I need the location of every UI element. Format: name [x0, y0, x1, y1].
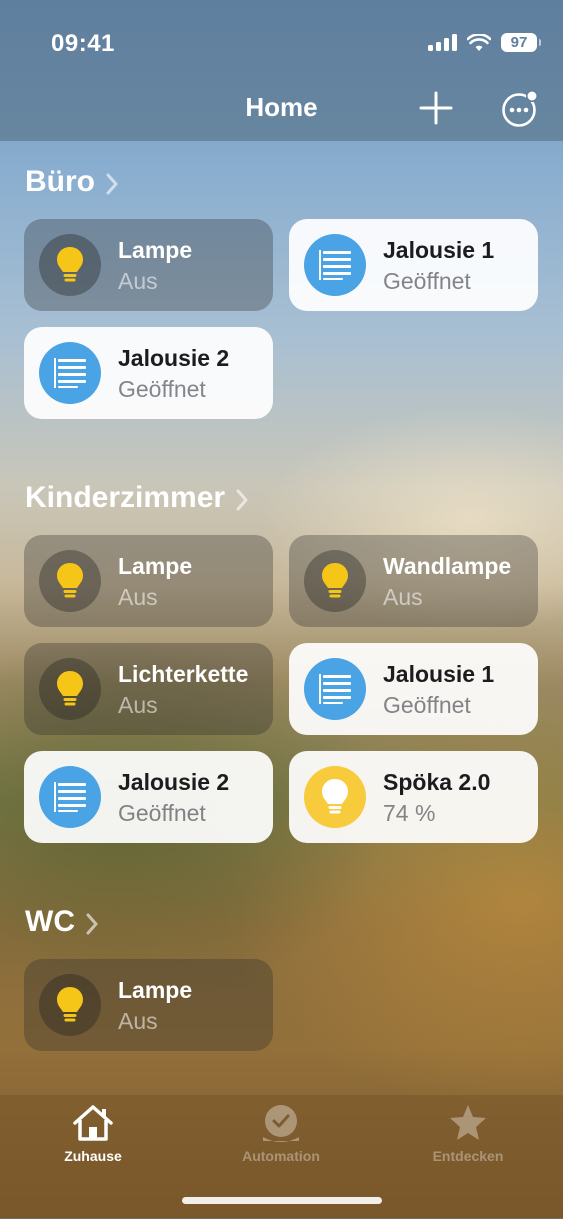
chevron-right-icon — [236, 489, 248, 510]
section-title: Kinderzimmer — [25, 481, 226, 514]
star-icon — [450, 1105, 486, 1140]
wifi-icon — [467, 33, 491, 51]
accessory-state: Aus — [118, 692, 158, 718]
accessory-name: Jalousie 2 — [118, 769, 230, 795]
accessory-name: Jalousie 1 — [383, 661, 495, 687]
accessory-name: Spöka 2.0 — [383, 769, 491, 795]
blinds-icon — [304, 234, 366, 296]
accessory-name: Lampe — [118, 237, 193, 263]
home-indicator[interactable] — [182, 1197, 382, 1204]
accessory-tile-wc-lampe[interactable]: Lampe Aus — [24, 959, 273, 1051]
accessory-name: Jalousie 1 — [383, 237, 495, 263]
accessory-state: Geöffnet — [383, 692, 471, 718]
accessory-tile-kinderzimmer-spoeka[interactable]: Spöka 2.0 74 % — [289, 751, 538, 843]
accessory-tile-kinderzimmer-wandlampe[interactable]: Wandlampe Aus — [289, 535, 538, 627]
tab-label: Zuhause — [64, 1148, 122, 1164]
status-icons: 97 — [428, 33, 541, 52]
plus-icon[interactable] — [418, 90, 454, 126]
lightbulb-icon — [39, 974, 101, 1036]
accessory-state: Aus — [118, 584, 158, 610]
page-title: Home — [245, 92, 318, 122]
house-icon — [73, 1105, 113, 1141]
tab-zuhause[interactable]: Zuhause — [23, 1103, 163, 1164]
accessory-state: Geöffnet — [383, 268, 471, 294]
section-title: WC — [25, 905, 75, 938]
lightbulb-icon — [304, 766, 366, 828]
blinds-icon — [39, 766, 101, 828]
blinds-icon — [39, 342, 101, 404]
accessory-tile-kinderzimmer-lampe[interactable]: Lampe Aus — [24, 535, 273, 627]
accessory-tile-kinderzimmer-jalousie-2[interactable]: Jalousie 2 Geöffnet — [24, 751, 273, 843]
accessory-tile-buero-jalousie-2[interactable]: Jalousie 2 Geöffnet — [24, 327, 273, 419]
accessory-state: 74 % — [383, 800, 436, 826]
section-title: Büro — [25, 165, 95, 198]
tab-automation[interactable]: Automation — [211, 1103, 351, 1164]
accessory-name: Lampe — [118, 553, 193, 579]
accessory-name: Jalousie 2 — [118, 345, 230, 371]
lightbulb-icon — [304, 550, 366, 612]
lightbulb-icon — [39, 234, 101, 296]
accessory-state: Geöffnet — [118, 376, 206, 402]
chevron-right-icon — [106, 173, 118, 194]
accessory-name: Lampe — [118, 977, 193, 1003]
cellular-signal-icon — [428, 34, 457, 51]
lightbulb-icon — [39, 658, 101, 720]
tab-entdecken[interactable]: Entdecken — [398, 1103, 538, 1164]
ellipsis-circle-icon[interactable] — [501, 90, 539, 128]
status-time: 09:41 — [51, 30, 115, 57]
accessory-state: Aus — [383, 584, 423, 610]
accessory-tile-buero-jalousie-1[interactable]: Jalousie 1 Geöffnet — [289, 219, 538, 311]
accessory-name: Lichterkette — [118, 661, 249, 687]
accessory-state: Aus — [118, 1008, 158, 1034]
tab-label: Automation — [242, 1148, 320, 1164]
tab-label: Entdecken — [432, 1148, 504, 1164]
accessory-tile-buero-lampe[interactable]: Lampe Aus — [24, 219, 273, 311]
section-header-wc[interactable]: WC — [25, 905, 99, 939]
accessory-state: Geöffnet — [118, 800, 206, 826]
blinds-icon — [304, 658, 366, 720]
section-header-kinderzimmer[interactable]: Kinderzimmer — [25, 481, 249, 515]
accessory-tile-kinderzimmer-lichterkette[interactable]: Lichterkette Aus — [24, 643, 273, 735]
chevron-right-icon — [86, 913, 98, 934]
accessory-name: Wandlampe — [383, 553, 512, 579]
clock-house-icon — [263, 1105, 299, 1142]
section-header-buero[interactable]: Büro — [25, 165, 119, 199]
lightbulb-icon — [39, 550, 101, 612]
accessory-tile-kinderzimmer-jalousie-1[interactable]: Jalousie 1 Geöffnet — [289, 643, 538, 735]
battery-indicator: 97 — [501, 33, 541, 52]
accessory-state: Aus — [118, 268, 158, 294]
